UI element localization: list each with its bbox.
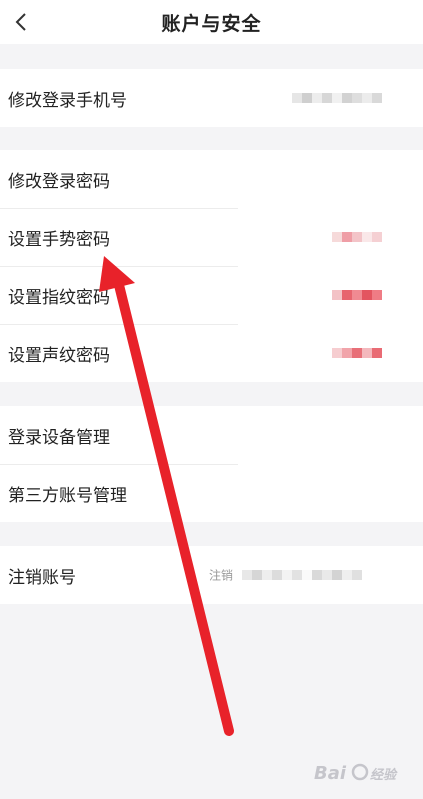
change-login-phone-item[interactable]: 修改登录手机号 [0,69,423,127]
row-label: 登录设备管理 [8,427,110,448]
row-hint: 注销 [209,568,234,583]
change-login-password-item[interactable]: 修改登录密码 [0,150,423,208]
deactivate-group: 注销账号 注销 [0,546,423,604]
svg-text:经验: 经验 [370,767,398,783]
row-label: 第三方账号管理 [8,485,127,506]
blurred-hint-value [242,570,362,580]
baidu-watermark-icon: Bai 经验 [310,752,420,792]
row-label: 设置指纹密码 [8,287,110,308]
set-fingerprint-password-item[interactable]: 设置指纹密码 [0,266,423,324]
blurred-status-value [332,232,382,242]
svg-text:Bai: Bai [314,763,347,784]
blurred-status-value [332,290,382,300]
blurred-phone-value [292,93,382,103]
password-group: 修改登录密码 设置手势密码 设置指纹密码 设置声纹密码 [0,150,423,382]
row-label: 修改登录手机号 [8,90,127,111]
back-button[interactable] [4,4,40,40]
deactivate-account-item[interactable]: 注销账号 注销 [0,546,423,604]
login-device-management-item[interactable]: 登录设备管理 [0,406,423,464]
row-label: 注销账号 [8,567,76,588]
row-label: 设置手势密码 [8,229,110,250]
row-label: 修改登录密码 [8,171,110,192]
device-group: 登录设备管理 第三方账号管理 [0,406,423,522]
row-label: 设置声纹密码 [8,345,110,366]
third-party-account-management-item[interactable]: 第三方账号管理 [0,464,423,522]
phone-group: 修改登录手机号 [0,69,423,127]
account-security-screen: 账户与安全 修改登录手机号 修改登录密码 设置手势密码 设置指纹密码 设置声纹密… [0,0,423,799]
page-title: 账户与安全 [161,12,262,35]
set-gesture-password-item[interactable]: 设置手势密码 [0,208,423,266]
blurred-status-value [332,348,382,358]
navigation-bar: 账户与安全 [0,0,423,44]
set-voiceprint-password-item[interactable]: 设置声纹密码 [0,324,423,382]
chevron-left-icon [15,13,26,31]
